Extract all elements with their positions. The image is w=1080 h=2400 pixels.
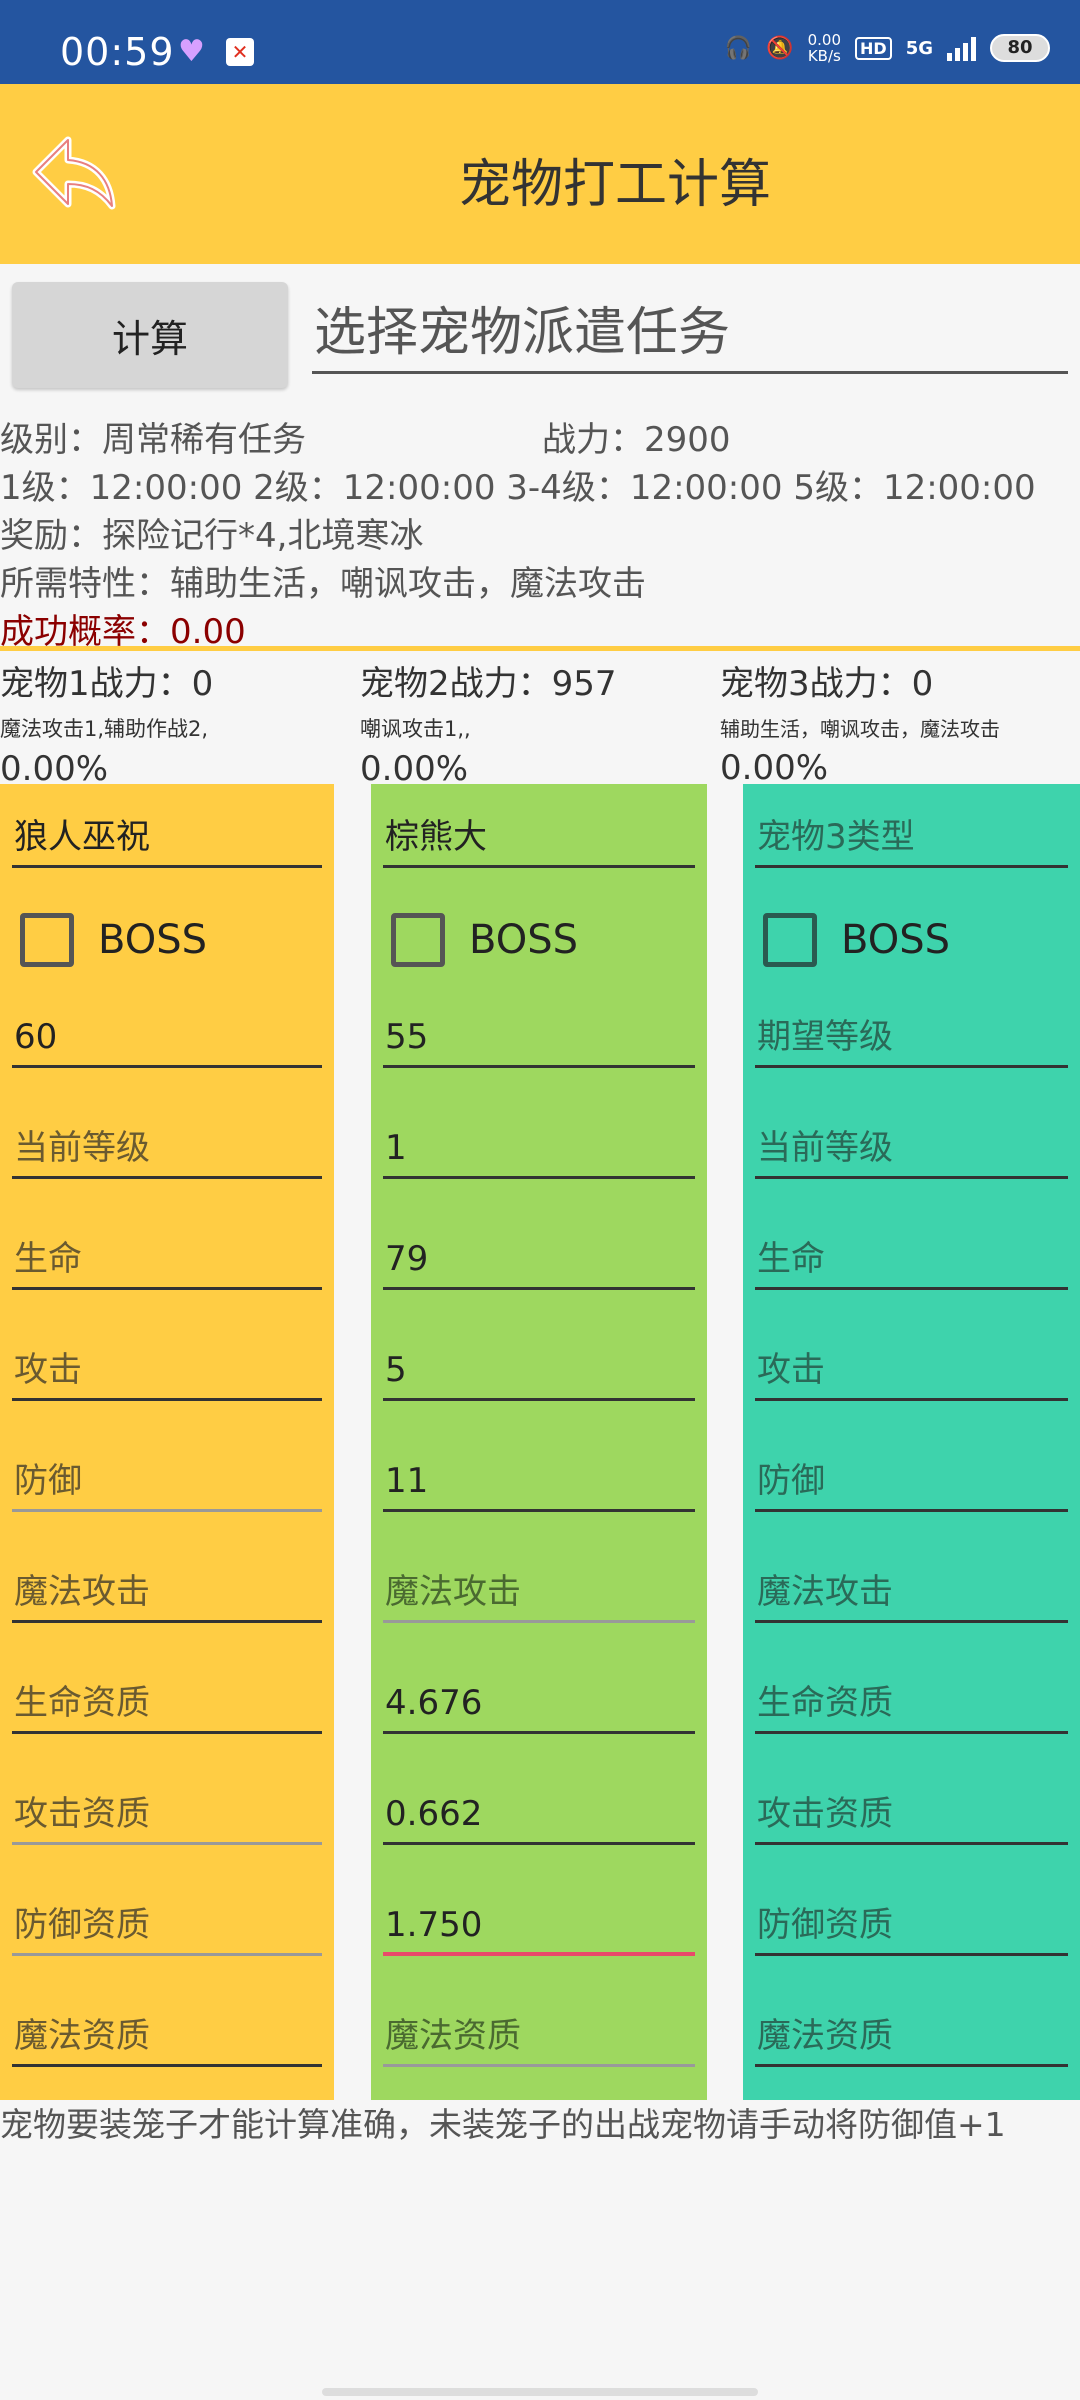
pet1-hp-input[interactable]: 生命 [12,1232,322,1290]
battery-icon: 80 [990,34,1050,62]
pet3-attack-input[interactable]: 攻击 [755,1343,1068,1401]
pet3-boss-label: BOSS [841,917,951,963]
task-durations: 1级：12:00:00 2级：12:00:00 3-4级：12:00:00 5级… [0,468,1036,508]
pet2-magic-attack-input[interactable]: 魔法攻击 [383,1565,695,1623]
task-select-dropdown[interactable]: 选择宠物派遣任务 [312,290,1068,374]
pet2-hp-input[interactable]: 79 [383,1232,695,1290]
pet2-magic-aptitude-input[interactable]: 魔法资质 [383,2009,695,2067]
app-bar: 宠物打工计算 [0,84,1080,264]
pet3-defense-aptitude-input[interactable]: 防御资质 [755,1898,1068,1956]
pet3-traits: 辅助生活，嘲讽攻击，魔法攻击 [720,717,1000,741]
pet1-percent: 0.00% [0,749,109,789]
pet2-summary: 宠物2战力：957 嘲讽攻击1,, 0.00% [360,656,720,789]
pet1-magic-aptitude-input[interactable]: 魔法资质 [12,2009,322,2067]
pet1-column: 狼人巫祝 BOSS 60 当前等级 生命 攻击 防御 魔法攻击 生命资质 攻击资… [0,784,334,2100]
pet1-summary: 宠物1战力：0 魔法攻击1,辅助作战2, 0.00% [0,656,360,789]
pet3-summary: 宠物3战力：0 辅助生活，嘲讽攻击，魔法攻击 0.00% [720,656,1080,788]
pet3-boss-toggle[interactable]: BOSS [763,910,950,970]
pet3-defense-input[interactable]: 防御 [755,1454,1068,1512]
task-level: 级别：周常稀有任务 [0,420,306,460]
net-speed: 0.00 KB/s [808,32,841,64]
pet1-boss-label: BOSS [98,917,208,963]
pet2-boss-toggle[interactable]: BOSS [391,910,578,970]
pet3-boss-checkbox[interactable] [763,913,817,967]
pet3-current-level-input[interactable]: 当前等级 [755,1121,1068,1179]
task-reward: 奖励：探险记行*4,北境寒冰 [0,516,424,556]
pet1-traits: 魔法攻击1,辅助作战2, [0,717,209,741]
page-title: 宠物打工计算 [458,155,771,215]
pet1-hp-aptitude-input[interactable]: 生命资质 [12,1676,322,1734]
pet1-current-level-input[interactable]: 当前等级 [12,1121,322,1179]
app-notification-icon: ✕ [226,38,254,66]
pet2-traits: 嘲讽攻击1,, [360,717,471,741]
pet2-boss-checkbox[interactable] [391,913,445,967]
pet1-expected-level-input[interactable]: 60 [12,1010,322,1068]
pet3-percent: 0.00% [720,748,829,788]
pet2-expected-level-input[interactable]: 55 [383,1010,695,1068]
headphones-icon: 🎧 [724,35,753,61]
pet1-attack-input[interactable]: 攻击 [12,1343,322,1401]
pet1-attack-aptitude-input[interactable]: 攻击资质 [12,1787,322,1845]
pet2-column: 棕熊大 BOSS 55 1 79 5 11 魔法攻击 4.676 0.662 1… [371,784,707,2100]
pet2-hp-aptitude-input[interactable]: 4.676 [383,1676,695,1734]
pet1-boss-checkbox[interactable] [20,913,74,967]
pet3-expected-level-input[interactable]: 期望等级 [755,1010,1068,1068]
pet3-power: 宠物3战力：0 [720,664,934,704]
footer-note: 宠物要装笼子才能计算准确，未装笼子的出战宠物请手动将防御值+1 [0,2105,1006,2144]
heart-icon: ♥ [178,34,205,69]
pet1-type-select[interactable]: 狼人巫祝 [12,810,322,868]
pet2-defense-input[interactable]: 11 [383,1454,695,1512]
hd-icon: HD [855,36,892,60]
pet1-power: 宠物1战力：0 [0,664,214,704]
pet3-magic-aptitude-input[interactable]: 魔法资质 [755,2009,1068,2067]
pet2-defense-aptitude-input[interactable]: 1.750 [383,1898,695,1956]
net-speed-unit: KB/s [807,47,841,65]
pet2-power: 宠物2战力：957 [360,664,617,704]
pet3-hp-input[interactable]: 生命 [755,1232,1068,1290]
pet3-hp-aptitude-input[interactable]: 生命资质 [755,1676,1068,1734]
pet1-defense-input[interactable]: 防御 [12,1454,322,1512]
status-icons: 🎧 🔕 0.00 KB/s HD 5G 80 [725,32,1050,64]
pet1-boss-toggle[interactable]: BOSS [20,910,207,970]
pet2-attack-input[interactable]: 5 [383,1343,695,1401]
task-power: 战力：2900 [542,420,731,460]
pet2-attack-aptitude-input[interactable]: 0.662 [383,1787,695,1845]
gesture-bar[interactable] [322,2388,758,2396]
pet1-magic-attack-input[interactable]: 魔法攻击 [12,1565,322,1623]
pet3-magic-attack-input[interactable]: 魔法攻击 [755,1565,1068,1623]
task-required-traits: 所需特性：辅助生活，嘲讽攻击，魔法攻击 [0,564,646,604]
signal-icon [947,35,976,61]
pet3-type-select[interactable]: 宠物3类型 [755,810,1068,868]
mute-bell-icon: 🔕 [766,35,794,61]
signal-label: 5G [905,37,933,59]
pet2-current-level-input[interactable]: 1 [383,1121,695,1179]
pet2-percent: 0.00% [360,749,469,789]
pet2-type-select[interactable]: 棕熊大 [383,810,695,868]
status-bar: 00:59 ♥ ✕ 🎧 🔕 0.00 KB/s HD 5G 80 [0,0,1080,84]
divider [0,646,1080,651]
pet2-boss-label: BOSS [469,917,579,963]
calculate-button[interactable]: 计算 [12,282,288,388]
status-time: 00:59 [60,30,175,74]
pet3-column: 宠物3类型 BOSS 期望等级 当前等级 生命 攻击 防御 魔法攻击 生命资质 … [743,784,1080,2100]
pet1-defense-aptitude-input[interactable]: 防御资质 [12,1898,322,1956]
pet3-attack-aptitude-input[interactable]: 攻击资质 [755,1787,1068,1845]
